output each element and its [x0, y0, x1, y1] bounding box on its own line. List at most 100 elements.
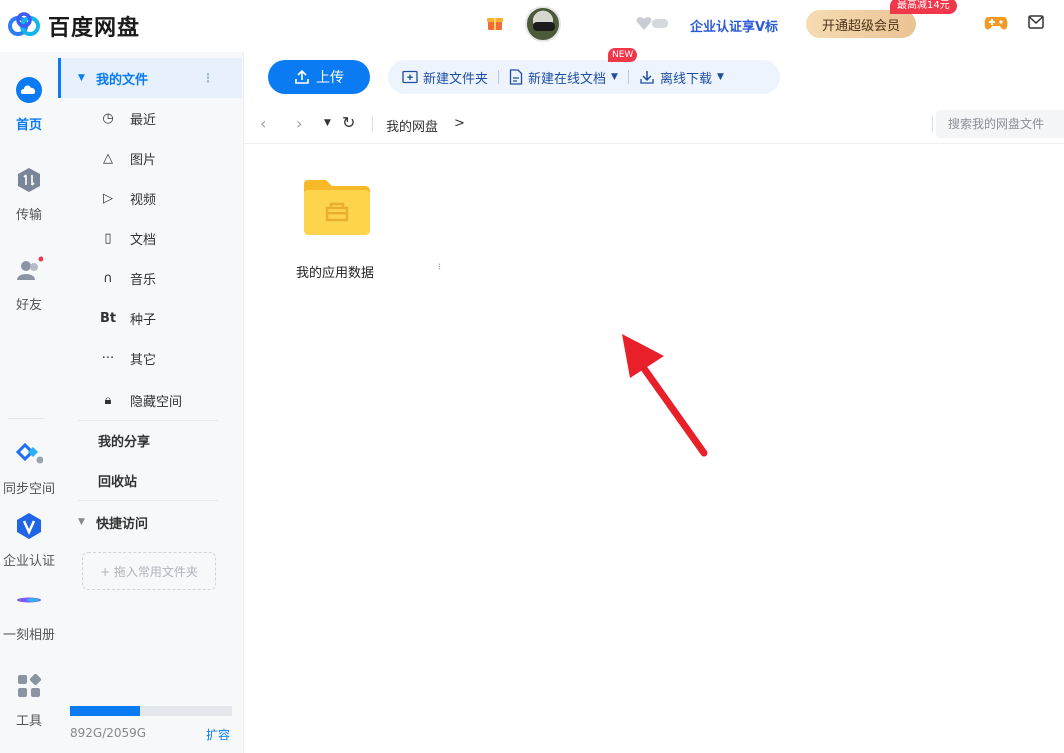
sidebar-label-my-files: 我的文件	[96, 72, 149, 88]
bt-icon: Bt	[100, 310, 117, 326]
back-arrow-icon[interactable]: ‹	[260, 114, 266, 133]
caret-down-icon: ▼	[78, 73, 85, 83]
download-icon	[640, 71, 654, 84]
dropdown-caret-icon: ▼	[611, 72, 618, 82]
play-icon: ▷	[103, 190, 113, 206]
rail-item-friends[interactable]: 好友	[0, 256, 58, 313]
transfer-icon	[18, 168, 40, 192]
new-folder-button[interactable]: 新建文件夹	[392, 68, 498, 87]
vip-upgrade-button[interactable]: 开通超级会员	[806, 10, 916, 38]
rail-divider	[8, 418, 44, 419]
rail-item-tools[interactable]: 工具	[0, 672, 58, 729]
sidebar-divider	[78, 500, 218, 501]
rail-label-sync: 同步空间	[2, 482, 55, 497]
app-window: 百度网盘 企业认证享V标 开通超级会员 最高减14元 首页 传输 好友 同步空间…	[0, 0, 1064, 753]
rail-item-album[interactable]: 一刻相册	[0, 586, 58, 643]
more-icon: ···	[101, 350, 115, 366]
file-name: 我的应用数据	[296, 266, 375, 281]
file-tile[interactable]: 我的应用数据	[288, 176, 398, 286]
clock-icon: ◷	[102, 110, 114, 126]
sync-space-icon	[15, 442, 44, 464]
friends-icon	[17, 256, 44, 280]
album-icon	[17, 597, 41, 603]
rail-item-sync[interactable]: 同步空间	[0, 440, 58, 497]
toolbar-actions: 新建文件夹 新建在线文档 ▼ 离线下载 ▼	[388, 60, 780, 94]
dropdown-caret-icon: ▼	[716, 72, 724, 82]
sidebar-item-music[interactable]: ∩ 音乐	[58, 258, 242, 298]
promo-badge: 最高减14元	[890, 0, 957, 14]
rail-item-transfer[interactable]: 传输	[0, 166, 58, 223]
sidebar-item-hidden-space[interactable]: 🔒︎ 隐藏空间	[58, 380, 242, 420]
forward-arrow-icon[interactable]: ›	[296, 114, 302, 133]
toolbar: 上传 新建文件夹 新建在线文档 ▼ 离线下载 ▼ NEW	[244, 48, 1064, 102]
vip-level-icon[interactable]	[636, 15, 670, 31]
sidebar-item-torrents[interactable]: Bt 种子	[58, 298, 242, 338]
app-title: 百度网盘	[48, 16, 141, 41]
search-input[interactable]	[936, 110, 1064, 138]
refresh-icon[interactable]: ↻	[342, 113, 355, 132]
rail-label-home: 首页	[15, 118, 42, 133]
annotation-arrow-icon	[622, 334, 708, 457]
sidebar-item-my-share[interactable]: 我的分享	[58, 420, 242, 460]
breadcrumb-my-netdisk[interactable]: 我的网盘	[386, 116, 438, 135]
rail-label-friends: 好友	[15, 298, 42, 313]
search-divider	[932, 116, 933, 132]
sidebar-label-my-share: 我的分享	[98, 434, 151, 450]
navigation-bar: ‹ › ▼ ↻ 我的网盘 >	[244, 104, 1064, 144]
new-badge: NEW	[608, 48, 638, 62]
sidebar-label-recycle-bin: 回收站	[98, 474, 138, 490]
storage-quota-bar	[70, 706, 232, 716]
upload-label: 上传	[316, 70, 344, 86]
expand-storage-link[interactable]: 扩容	[206, 726, 230, 743]
enterprise-v-icon	[17, 513, 41, 539]
offline-download-label: 离线下载	[659, 71, 712, 87]
sidebar-item-videos[interactable]: ▷ 视频	[58, 178, 242, 218]
lock-icon: 🔒︎	[104, 392, 112, 408]
sidebar-label-documents: 文档	[130, 232, 157, 248]
sidebar-item-images[interactable]: △ 图片	[58, 138, 242, 178]
sidebar-label-other: 其它	[130, 352, 157, 368]
headphones-icon: ∩	[103, 270, 113, 286]
document-icon: ▯	[104, 230, 112, 246]
rail-label-tools: 工具	[15, 714, 42, 729]
folder-icon	[304, 180, 370, 235]
app-logo: 百度网盘	[6, 10, 140, 42]
sidebar-item-documents[interactable]: ▯ 文档	[58, 218, 242, 258]
sidebar-label-quick-access: 快捷访问	[96, 516, 149, 532]
rail-item-home[interactable]: 首页	[0, 76, 58, 133]
storage-quota-text: 892G/2059G	[70, 726, 147, 740]
upload-button[interactable]: 上传	[268, 60, 370, 94]
new-online-doc-label: 新建在线文档	[528, 71, 607, 87]
history-caret-icon[interactable]: ▼	[324, 118, 331, 128]
nav-divider	[372, 116, 373, 132]
tile-more-icon[interactable]: ⁝	[438, 262, 441, 273]
sidebar-item-other[interactable]: ··· 其它	[58, 338, 242, 378]
sidebar-item-quick-access[interactable]: ▼ 快捷访问	[58, 502, 242, 542]
cloud-icon	[16, 77, 42, 103]
gift-icon[interactable]	[486, 14, 504, 32]
storage-quota-fill	[70, 706, 141, 716]
more-vertical-icon[interactable]: ⋮	[202, 71, 214, 85]
online-doc-icon	[509, 69, 523, 85]
sidebar-item-my-files[interactable]: ▼ 我的文件 ⋮	[58, 58, 242, 98]
rail-item-enterprise[interactable]: 企业认证	[0, 512, 58, 569]
gamepad-icon[interactable]	[984, 14, 1008, 32]
tools-grid-icon	[18, 673, 42, 697]
new-online-doc-button[interactable]: 新建在线文档 ▼	[499, 68, 628, 87]
rail-label-transfer: 传输	[15, 208, 42, 223]
sidebar-label-torrents: 种子	[130, 312, 157, 328]
sidebar-item-recycle-bin[interactable]: 回收站	[58, 460, 242, 500]
sidebar-label-music: 音乐	[130, 272, 157, 288]
enterprise-cert-link[interactable]: 企业认证享V标	[690, 16, 778, 35]
mail-icon[interactable]	[1028, 15, 1044, 29]
user-avatar[interactable]	[525, 6, 561, 42]
image-icon: △	[103, 150, 113, 166]
main-panel: 上传 新建文件夹 新建在线文档 ▼ 离线下载 ▼ NEW ‹ › ▼ ↻ 我的网…	[244, 48, 1064, 753]
sidebar-item-recent[interactable]: ◷ 最近	[58, 98, 242, 138]
new-folder-label: 新建文件夹	[423, 71, 489, 87]
new-folder-icon	[402, 70, 418, 84]
offline-download-button[interactable]: 离线下载 ▼	[629, 68, 734, 87]
breadcrumb-separator: >	[454, 116, 465, 131]
sidebar-label-hidden-space: 隐藏空间	[130, 394, 183, 410]
quick-access-drop-zone[interactable]: + 拖入常用文件夹	[82, 552, 216, 590]
